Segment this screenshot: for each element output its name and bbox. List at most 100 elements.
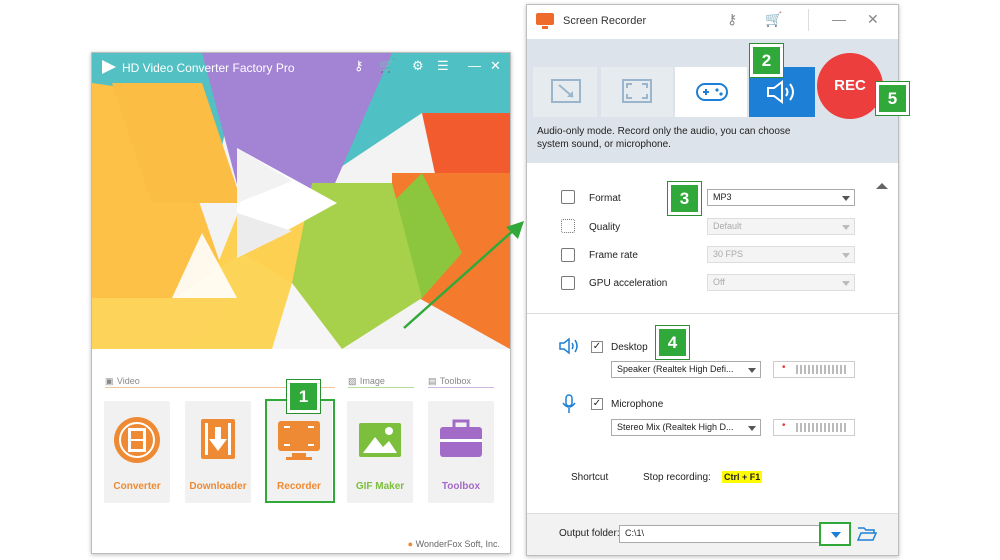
gpu-value: Off	[713, 277, 725, 287]
chevron-down-icon	[831, 532, 841, 538]
desktop-device-dropdown[interactable]: Speaker (Realtek High Defi...	[611, 361, 761, 378]
picture-icon	[359, 423, 401, 457]
region-mode-button[interactable]	[533, 67, 597, 117]
level-dot-icon: •	[782, 420, 786, 431]
tool-toolbox[interactable]: Toolbox	[428, 401, 494, 503]
rec-button[interactable]: REC	[817, 53, 883, 119]
desktop-speaker-icon	[559, 337, 578, 355]
tool-converter[interactable]: Converter	[104, 401, 170, 503]
app-title: HD Video Converter Factory Pro	[122, 61, 295, 75]
speaker-icon	[767, 80, 794, 104]
frame-rate-value: 30 FPS	[713, 249, 744, 259]
quality-dropdown[interactable]: Default	[707, 218, 855, 235]
cart-icon[interactable]: 🛒	[379, 58, 395, 74]
company-name: WonderFox Soft, Inc.	[415, 539, 500, 549]
output-bar: Output folder: C:\1\	[527, 513, 898, 555]
section-divider	[527, 313, 898, 314]
step-badge-1: 1	[286, 379, 321, 414]
microphone-label: Microphone	[611, 399, 664, 410]
tool-gif-maker[interactable]: GIF Maker	[347, 401, 413, 503]
tool-gif-maker-label: GIF Maker	[355, 481, 405, 492]
menu-icon[interactable]: ☰	[437, 58, 449, 74]
chevron-down-icon	[842, 196, 850, 201]
quality-icon	[561, 219, 575, 233]
quality-label: Quality	[589, 222, 621, 233]
mode-description: Audio-only mode. Record only the audio, …	[537, 126, 791, 150]
video-icon: ▣	[105, 376, 114, 386]
collapse-arrow-icon[interactable]	[876, 183, 888, 189]
format-label: Format	[589, 193, 621, 204]
cart-icon[interactable]: 🛒	[765, 11, 782, 28]
title-bar: Screen Recorder ⚷ 🛒 — ✕	[527, 5, 898, 38]
chevron-down-icon	[842, 253, 850, 258]
chevron-down-icon	[748, 426, 756, 431]
film-reel-icon	[114, 417, 160, 463]
fullscreen-icon	[622, 79, 652, 103]
step-badge-2: 2	[749, 43, 784, 78]
tool-downloader-label: Downloader	[189, 481, 247, 492]
fullscreen-mode-button[interactable]	[601, 67, 673, 117]
tool-downloader[interactable]: Downloader	[185, 401, 251, 503]
category-video-label: Video	[116, 376, 140, 386]
format-icon	[561, 190, 575, 204]
region-select-icon	[551, 79, 581, 103]
category-divider-toolbox	[428, 387, 494, 388]
format-dropdown[interactable]: MP3	[707, 189, 855, 206]
close-button[interactable]: ✕	[867, 11, 879, 28]
chevron-down-icon	[748, 368, 756, 373]
category-divider-image	[348, 387, 414, 388]
category-video: ▣ Video	[105, 373, 140, 387]
frame-rate-dropdown[interactable]: 30 FPS	[707, 246, 855, 263]
minimize-button[interactable]: —	[468, 58, 481, 73]
microphone-checkbox[interactable]: ✓	[591, 398, 603, 410]
recorder-app-icon	[536, 13, 554, 29]
company-footer: ● WonderFox Soft, Inc.	[408, 539, 500, 549]
quality-value: Default	[713, 221, 742, 231]
level-bars	[796, 365, 848, 374]
download-icon	[201, 419, 235, 459]
minimize-button[interactable]: —	[832, 11, 846, 27]
close-button[interactable]: ✕	[490, 58, 501, 74]
output-folder-dropdown-button[interactable]	[819, 522, 851, 546]
image-icon: ▨	[348, 376, 357, 386]
settings-icon[interactable]: ⚙	[412, 58, 424, 74]
shortcut-label: Shortcut	[571, 472, 609, 483]
desktop-device-value: Speaker (Realtek High Defi...	[617, 364, 734, 374]
app-logo-icon	[102, 60, 116, 74]
key-icon[interactable]: ⚷	[727, 11, 737, 28]
gpu-dropdown[interactable]: Off	[707, 274, 855, 291]
category-toolbox: ▤ Toolbox	[428, 373, 471, 387]
category-image-label: Image	[359, 376, 385, 386]
toolbox-icon: ▤	[428, 376, 437, 386]
desktop-level-meter: •	[773, 361, 855, 378]
desktop-checkbox[interactable]: ✓	[591, 341, 603, 353]
microphone-level-meter: •	[773, 419, 855, 436]
game-mode-button[interactable]	[675, 67, 747, 117]
stop-recording-label: Stop recording:	[643, 472, 711, 483]
chevron-down-icon	[842, 281, 850, 286]
step-badge-3: 3	[667, 181, 702, 216]
tool-converter-label: Converter	[113, 481, 161, 492]
wonderfox-logo-icon: ●	[407, 539, 414, 549]
format-value: MP3	[713, 192, 732, 202]
key-icon[interactable]: ⚷	[354, 58, 364, 74]
level-bars	[796, 423, 848, 432]
frame-rate-label: Frame rate	[589, 250, 638, 261]
toolbox-case-icon	[440, 419, 482, 457]
gamepad-icon	[696, 83, 728, 101]
desktop-label: Desktop	[611, 342, 648, 353]
screen-recorder-window: Screen Recorder ⚷ 🛒 — ✕ REC Audio-only m…	[526, 4, 899, 556]
output-folder-field[interactable]: C:\1\	[619, 525, 849, 543]
step-badge-4: 4	[655, 325, 690, 360]
category-image: ▨ Image	[348, 373, 385, 387]
frame-rate-icon	[561, 248, 575, 262]
level-dot-icon: •	[782, 362, 786, 373]
open-folder-icon[interactable]	[857, 526, 877, 542]
stop-shortcut-key: Ctrl + F1	[722, 471, 763, 483]
title-divider	[808, 9, 809, 31]
microphone-device-dropdown[interactable]: Stereo Mix (Realtek High D...	[611, 419, 761, 436]
gpu-label: GPU acceleration	[589, 278, 668, 289]
window-title: Screen Recorder	[563, 15, 647, 27]
category-toolbox-label: Toolbox	[439, 376, 471, 386]
output-folder-label: Output folder:	[559, 528, 620, 539]
